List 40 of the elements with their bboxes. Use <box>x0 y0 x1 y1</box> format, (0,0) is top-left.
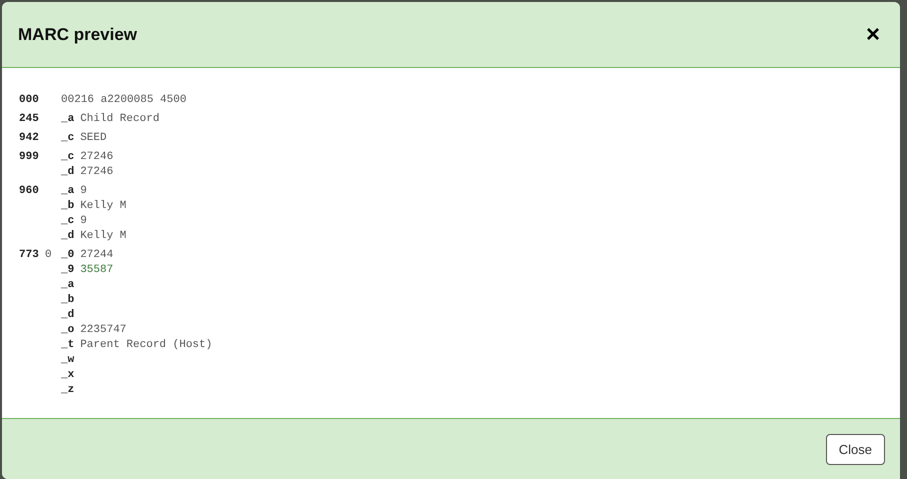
subfield-value: 27246 <box>80 150 114 165</box>
subfield-code: _d <box>61 229 74 244</box>
close-button[interactable]: Close <box>826 434 885 464</box>
subfield-code: _9 <box>61 263 74 278</box>
subfield-code: _z <box>61 383 74 398</box>
subfield-value: 27244 <box>80 248 114 263</box>
subfield-code: _w <box>61 353 74 368</box>
field-tag: 000 <box>19 93 45 108</box>
field-indicator: 0 <box>45 248 53 263</box>
subfield-code: _b <box>61 293 74 308</box>
subfield-code: _b <box>61 199 74 214</box>
subfield-value: 2235747 <box>80 323 126 338</box>
subfield-code: _x <box>61 368 74 383</box>
subfield-value: 27246 <box>80 165 114 180</box>
subfield-code: _a <box>61 112 74 127</box>
subfield-code: _a <box>61 184 74 199</box>
subfield-value: Parent Record (Host) <box>80 338 212 353</box>
field-tag: 245 <box>19 112 45 127</box>
subfield-code: _0 <box>61 248 74 263</box>
field-tag: 773 <box>19 248 45 398</box>
subfield-code: _c <box>61 150 74 165</box>
subfield-code: _d <box>61 308 74 323</box>
subfield-code: _o <box>61 323 74 338</box>
subfield-value: Kelly M <box>80 229 126 244</box>
subfield-code: _t <box>61 338 74 353</box>
subfield-code: _c <box>61 131 74 146</box>
subfield-code: _c <box>61 214 74 229</box>
modal-title: MARC preview <box>18 24 138 44</box>
field-tag: 960 <box>19 184 45 244</box>
subfield-value: Kelly M <box>80 199 126 214</box>
field-tag: 999 <box>19 150 45 180</box>
subfield-code: _d <box>61 165 74 180</box>
leader-value: 00216 a2200085 4500 <box>61 94 186 106</box>
subfield-value: 9 <box>80 214 87 229</box>
subfield-link[interactable]: 35587 <box>80 263 114 278</box>
subfield-value: 9 <box>80 184 87 199</box>
subfield-code: _a <box>61 278 74 293</box>
field-tag: 942 <box>19 131 45 146</box>
subfield-value: Child Record <box>80 112 160 127</box>
subfield-value: SEED <box>80 131 107 146</box>
